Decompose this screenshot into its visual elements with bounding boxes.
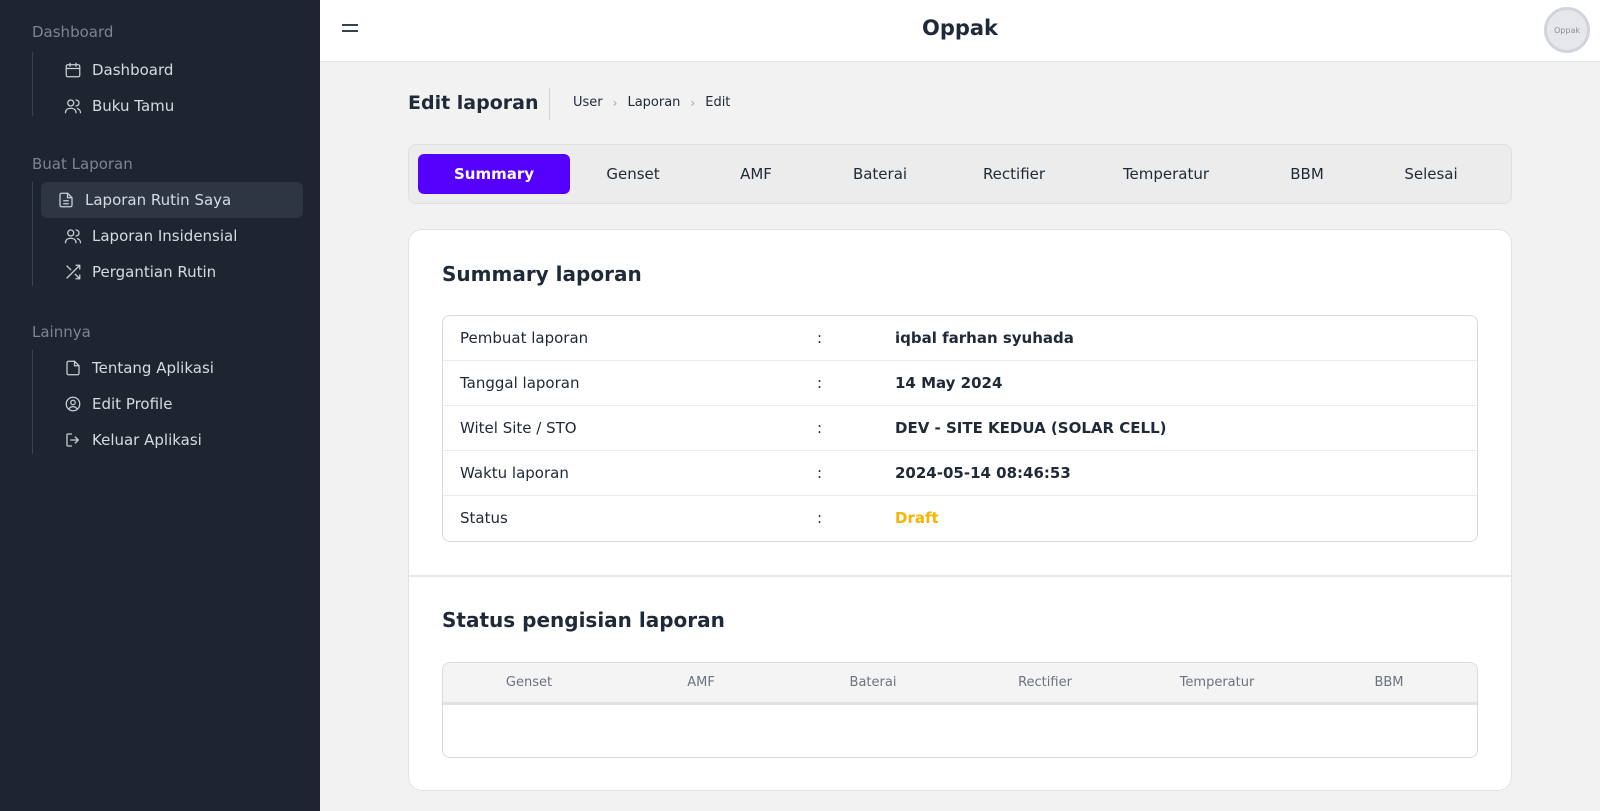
breadcrumb-laporan[interactable]: Laporan bbox=[627, 95, 680, 110]
sidebar-item-label: Tentang Aplikasi bbox=[92, 359, 214, 377]
tab-summary[interactable]: Summary bbox=[418, 154, 570, 194]
sidebar-item-laporan-insidensial[interactable]: Laporan Insidensial bbox=[48, 218, 310, 254]
tab-bar: Summary Genset AMF Baterai Rectifier Tem… bbox=[408, 144, 1512, 204]
column-header-baterai: Baterai bbox=[849, 675, 897, 690]
sidebar-item-edit-profile[interactable]: Edit Profile bbox=[48, 386, 310, 422]
tab-amf[interactable]: AMF bbox=[696, 154, 816, 194]
column-header-rectifier: Rectifier bbox=[1018, 675, 1072, 690]
row-label: Pembuat laporan bbox=[460, 329, 589, 347]
sidebar-item-laporan-rutin-saya[interactable]: Laporan Rutin Saya bbox=[41, 182, 303, 218]
row-label: Witel Site / STO bbox=[460, 419, 577, 437]
row-separator: : bbox=[817, 419, 823, 437]
summary-table: Pembuat laporan : iqbal farhan syuhada T… bbox=[442, 315, 1478, 542]
chevron-right-icon: › bbox=[690, 95, 696, 110]
shuffle-icon bbox=[64, 263, 82, 281]
sidebar-item-dashboard[interactable]: Dashboard bbox=[48, 52, 310, 88]
row-separator: : bbox=[817, 329, 823, 347]
sidebar-item-label: Keluar Aplikasi bbox=[92, 431, 202, 449]
breadcrumb-user[interactable]: User bbox=[573, 95, 603, 110]
sidebar-item-label: Laporan Insidensial bbox=[92, 227, 238, 245]
row-separator: : bbox=[817, 374, 823, 392]
logout-icon bbox=[64, 431, 82, 449]
section-divider bbox=[409, 575, 1511, 577]
top-bar: Oppak Oppak bbox=[320, 0, 1600, 62]
sidebar-item-tentang-aplikasi[interactable]: Tentang Aplikasi bbox=[48, 350, 310, 386]
tab-temperatur[interactable]: Temperatur bbox=[1084, 154, 1248, 194]
report-card: Summary laporan Pembuat laporan : iqbal … bbox=[408, 229, 1512, 791]
file-icon bbox=[64, 359, 82, 377]
user-circle-icon bbox=[64, 395, 82, 413]
tab-genset[interactable]: Genset bbox=[570, 154, 696, 194]
sidebar-section-buat-laporan: Buat Laporan bbox=[32, 155, 133, 173]
sidebar-section-lainnya: Lainnya bbox=[32, 323, 91, 341]
column-header-amf: AMF bbox=[687, 675, 715, 690]
users-icon bbox=[64, 227, 82, 245]
row-value: DEV - SITE KEDUA (SOLAR CELL) bbox=[895, 419, 1167, 437]
status-badge: Draft bbox=[895, 509, 939, 527]
status-table-header: Genset AMF Baterai Rectifier Temperatur … bbox=[443, 663, 1477, 705]
column-header-genset: Genset bbox=[505, 675, 553, 690]
sidebar-item-label: Edit Profile bbox=[92, 395, 173, 413]
row-value: 2024-05-14 08:46:53 bbox=[895, 464, 1071, 482]
app-title: Oppak bbox=[921, 16, 999, 40]
sidebar: Dashboard Dashboard Buku Tamu Buat Lapor… bbox=[0, 0, 320, 811]
row-label: Waktu laporan bbox=[460, 464, 569, 482]
page-title: Edit laporan bbox=[408, 92, 539, 114]
calendar-icon bbox=[64, 61, 82, 79]
sidebar-item-label: Dashboard bbox=[92, 61, 174, 79]
row-label: Status bbox=[460, 509, 508, 527]
tab-rectifier[interactable]: Rectifier bbox=[944, 154, 1084, 194]
tab-baterai[interactable]: Baterai bbox=[816, 154, 944, 194]
status-section-title: Status pengisian laporan bbox=[442, 608, 725, 632]
table-row: Status : Draft bbox=[443, 496, 1477, 541]
row-value: 14 May 2024 bbox=[895, 374, 1003, 392]
column-header-temperatur: Temperatur bbox=[1179, 675, 1255, 690]
row-separator: : bbox=[817, 464, 823, 482]
row-label: Tanggal laporan bbox=[460, 374, 580, 392]
avatar[interactable]: Oppak bbox=[1544, 7, 1590, 53]
file-text-icon bbox=[57, 191, 75, 209]
title-divider bbox=[549, 88, 550, 120]
sidebar-item-label: Buku Tamu bbox=[92, 97, 175, 115]
status-table: Genset AMF Baterai Rectifier Temperatur … bbox=[442, 662, 1478, 758]
tab-bbm[interactable]: BBM bbox=[1248, 154, 1366, 194]
sidebar-group-dashboard: Dashboard Buku Tamu bbox=[32, 52, 304, 116]
breadcrumb-edit: Edit bbox=[705, 95, 731, 110]
table-row: Waktu laporan : 2024-05-14 08:46:53 bbox=[443, 451, 1477, 496]
breadcrumb: User › Laporan › Edit bbox=[573, 95, 730, 110]
users-icon bbox=[64, 97, 82, 115]
tab-selesai[interactable]: Selesai bbox=[1366, 154, 1496, 194]
table-row: Pembuat laporan : iqbal farhan syuhada bbox=[443, 316, 1477, 361]
sidebar-item-label: Laporan Rutin Saya bbox=[85, 191, 232, 209]
summary-title: Summary laporan bbox=[442, 262, 642, 286]
row-value: iqbal farhan syuhada bbox=[895, 329, 1074, 347]
sidebar-item-keluar-aplikasi[interactable]: Keluar Aplikasi bbox=[48, 422, 310, 458]
sidebar-section-dashboard: Dashboard bbox=[32, 23, 114, 41]
table-row: Tanggal laporan : 14 May 2024 bbox=[443, 361, 1477, 406]
sidebar-item-label: Pergantian Rutin bbox=[92, 263, 217, 281]
chevron-right-icon: › bbox=[612, 95, 618, 110]
table-row: Witel Site / STO : DEV - SITE KEDUA (SOL… bbox=[443, 406, 1477, 451]
sidebar-group-lainnya: Tentang Aplikasi Edit Profile Keluar Apl… bbox=[32, 350, 304, 454]
row-separator: : bbox=[817, 509, 823, 527]
column-header-bbm: BBM bbox=[1374, 675, 1404, 690]
sidebar-item-pergantian-rutin[interactable]: Pergantian Rutin bbox=[48, 254, 310, 290]
sidebar-group-buat-laporan: Laporan Rutin Saya Laporan Insidensial P… bbox=[32, 182, 304, 286]
sidebar-item-buku-tamu[interactable]: Buku Tamu bbox=[48, 88, 310, 124]
